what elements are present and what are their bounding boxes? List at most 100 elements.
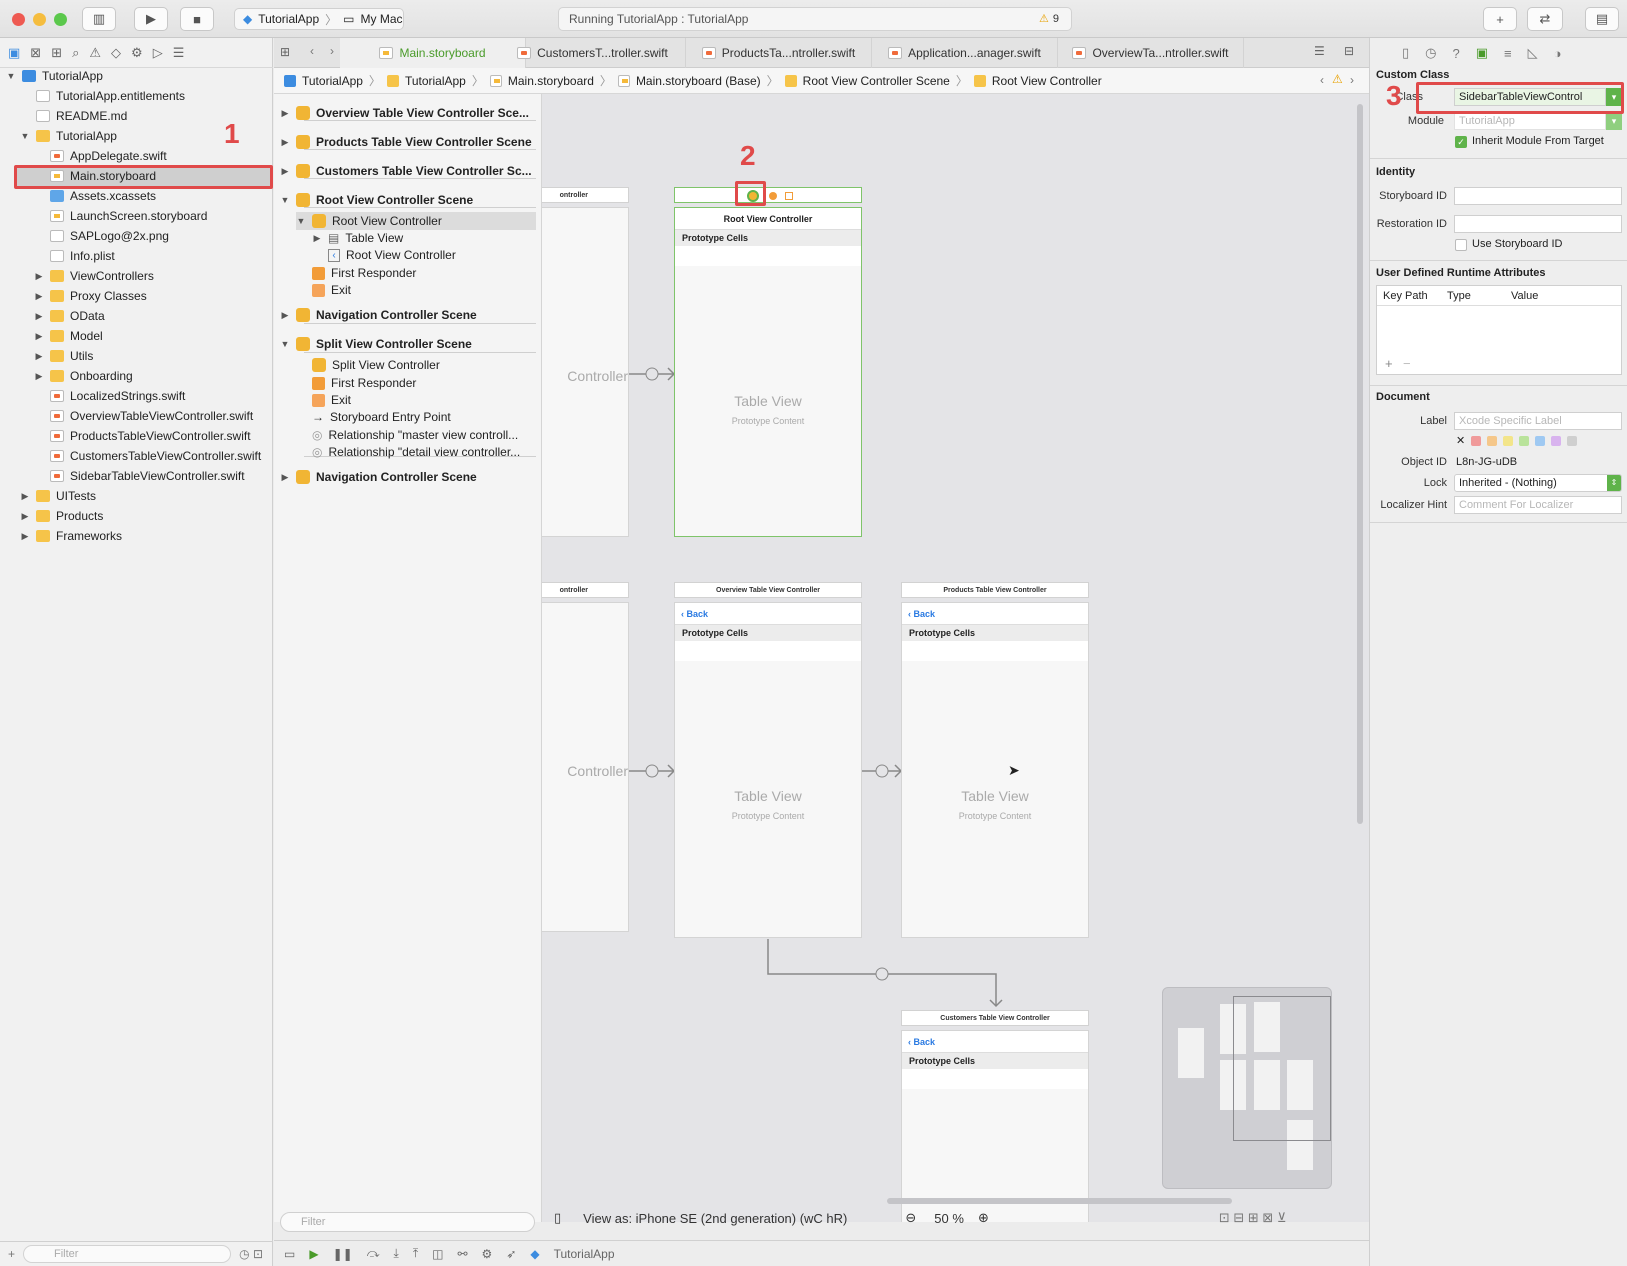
outline-row[interactable]: ◎ Relationship "master view controll...: [296, 426, 518, 444]
history-icon[interactable]: ◷: [1425, 45, 1436, 61]
file-tree-row[interactable]: ▶ Onboarding: [34, 366, 133, 386]
disclosure-triangle-icon[interactable]: ▶: [34, 291, 44, 302]
breadcrumb-item[interactable]: TutorialApp: [302, 74, 363, 88]
disclosure-triangle-icon[interactable]: ▶: [280, 137, 290, 148]
file-tree-row[interactable]: ProductsTableViewController.swift: [34, 426, 251, 446]
library-button[interactable]: +: [1483, 7, 1517, 31]
test-icon[interactable]: ◇: [111, 45, 121, 61]
file-tree-row[interactable]: CustomersTableViewController.swift: [34, 446, 261, 466]
outline-row[interactable]: First Responder: [296, 374, 416, 392]
add-icon[interactable]: +: [8, 1247, 15, 1261]
outline-filter-input[interactable]: Filter: [280, 1212, 535, 1232]
folder-icon[interactable]: ▣: [8, 45, 20, 61]
document-label-field[interactable]: Xcode Specific Label: [1454, 412, 1622, 430]
size-icon[interactable]: ◺: [1528, 45, 1538, 61]
zoom-in-icon[interactable]: ⊕: [978, 1210, 989, 1226]
breadcrumb-item[interactable]: TutorialApp: [405, 74, 466, 88]
overview-back-button[interactable]: ‹ Back: [681, 603, 708, 625]
disclosure-triangle-icon[interactable]: ▶: [34, 351, 44, 362]
forward-arrow-icon[interactable]: ›: [330, 44, 334, 58]
udra-table[interactable]: Key Path Type Value + −: [1376, 285, 1622, 375]
symbol-icon[interactable]: ⊞: [51, 45, 62, 61]
connections-icon[interactable]: ◑: [1554, 46, 1562, 61]
root-view-controller-scene[interactable]: Root View Controller Prototype Cells Tab…: [674, 207, 862, 537]
issue-icon[interactable]: ⚠: [89, 45, 101, 61]
disclosure-triangle-icon[interactable]: ▶: [20, 511, 30, 522]
editor-options-icon[interactable]: ☰: [1314, 44, 1325, 58]
purple-swatch[interactable]: [1551, 435, 1562, 446]
close-window-icon[interactable]: [12, 13, 25, 26]
toggle-navigator-button[interactable]: ▥: [82, 7, 116, 31]
outline-row[interactable]: First Responder: [296, 264, 416, 282]
products-table-view-controller-scene[interactable]: ‹ Back Prototype Cells Table View Protot…: [901, 602, 1089, 938]
customers-prototype-cell[interactable]: [902, 1069, 1088, 1089]
inherit-module-checkbox[interactable]: ✓: [1455, 136, 1467, 148]
disclosure-triangle-icon[interactable]: ▶: [20, 531, 30, 542]
file-tree-row[interactable]: TutorialApp.entitlements: [20, 86, 185, 106]
outline-row[interactable]: Exit: [296, 391, 351, 409]
minimap-viewport[interactable]: [1233, 996, 1331, 1141]
back-arrow-icon[interactable]: ‹: [310, 44, 314, 58]
outline-row[interactable]: → Storyboard Entry Point: [296, 408, 451, 426]
outline-row[interactable]: Exit: [296, 281, 351, 299]
disclosure-triangle-icon[interactable]: ▶: [34, 271, 44, 282]
green-swatch[interactable]: [1519, 435, 1530, 446]
root-prototype-cell[interactable]: [675, 246, 861, 266]
overview-prototype-cell[interactable]: [675, 641, 861, 661]
gray-swatch[interactable]: [1567, 435, 1578, 446]
step-over-icon[interactable]: ⤼: [367, 1246, 380, 1261]
disclosure-triangle-icon[interactable]: ▼: [280, 339, 290, 349]
view-debugger-icon[interactable]: ◫: [432, 1247, 443, 1261]
environment-icon[interactable]: ⚙: [482, 1247, 493, 1261]
horizontal-scrollbar[interactable]: [887, 1198, 1232, 1204]
breadcrumb-item[interactable]: Root View Controller: [992, 74, 1102, 88]
file-tree-row[interactable]: ▶ Frameworks: [20, 526, 122, 546]
zoom-window-icon[interactable]: [54, 13, 67, 26]
file-tree-row[interactable]: ▼ TutorialApp: [20, 126, 117, 146]
vertical-scrollbar[interactable]: [1357, 104, 1363, 824]
file-tree-row[interactable]: OverviewTableViewController.swift: [34, 406, 253, 426]
file-tree-row[interactable]: ▶ Model: [34, 326, 103, 346]
disclosure-triangle-icon[interactable]: ▶: [280, 310, 290, 321]
breakpoints-icon[interactable]: ▶: [309, 1247, 318, 1261]
file-tree-row[interactable]: ▶ Utils: [34, 346, 94, 366]
exit-icon[interactable]: [785, 192, 793, 200]
blue-swatch[interactable]: [1535, 435, 1546, 446]
file-tree-row[interactable]: ▶ Products: [20, 506, 104, 526]
first-responder-icon[interactable]: [769, 192, 777, 200]
outline-row[interactable]: ▶ Products Table View Controller Scene: [280, 133, 532, 151]
search-icon[interactable]: ⌕: [72, 45, 79, 61]
pause-icon[interactable]: ❚❚: [333, 1247, 353, 1261]
tab-main-storyboard[interactable]: Main.storyboard: [340, 38, 526, 68]
prev-issue-icon[interactable]: ‹: [1320, 73, 1324, 87]
tab-file[interactable]: CustomersT...troller.swift: [500, 38, 686, 68]
disclosure-triangle-icon[interactable]: ▶: [312, 233, 322, 244]
code-review-button[interactable]: ⇄: [1527, 7, 1563, 31]
customers-table-view-controller-scene[interactable]: ‹ Back Prototype Cells: [901, 1030, 1089, 1222]
layout-tools-icons[interactable]: ⊡ ⊟ ⊞ ⊠ ⊻: [1219, 1210, 1287, 1226]
breadcrumb-item[interactable]: Root View Controller Scene: [803, 74, 950, 88]
disclosure-triangle-icon[interactable]: ▶: [34, 371, 44, 382]
file-tree-row[interactable]: ▶ UITests: [20, 486, 96, 506]
attributes-icon[interactable]: ≡: [1504, 46, 1512, 61]
module-field[interactable]: TutorialApp: [1454, 112, 1606, 130]
source-control-icon[interactable]: ⊠: [30, 45, 41, 61]
navigator-filter-input[interactable]: Filter: [23, 1245, 232, 1263]
scheme-selector[interactable]: ◆ TutorialApp 〉 ▭ My Mac: [234, 8, 404, 30]
file-tree-row[interactable]: LaunchScreen.storyboard: [34, 206, 207, 226]
disclosure-triangle-icon[interactable]: ▶: [34, 311, 44, 322]
split-editor-icon[interactable]: ⊟: [1344, 44, 1354, 58]
disclosure-triangle-icon[interactable]: ▶: [280, 166, 290, 177]
products-scene-dock[interactable]: Products Table View Controller: [901, 582, 1089, 598]
outline-row[interactable]: ▶ Customers Table View Controller Sc...: [280, 162, 532, 180]
step-out-icon[interactable]: ⤒: [413, 1246, 418, 1261]
type-column[interactable]: Type: [1447, 290, 1471, 302]
canvas-minimap[interactable]: [1162, 987, 1332, 1189]
breadcrumb-item[interactable]: Main.storyboard: [508, 74, 594, 88]
orange-swatch[interactable]: [1487, 435, 1498, 446]
add-attribute-icon[interactable]: +: [1385, 356, 1393, 371]
root-scene-dock[interactable]: [674, 187, 862, 203]
outline-row[interactable]: ▶ Navigation Controller Scene: [280, 306, 477, 324]
restoration-id-field[interactable]: [1454, 215, 1622, 233]
outline-row[interactable]: ◎ Relationship "detail view controller...: [296, 443, 520, 461]
